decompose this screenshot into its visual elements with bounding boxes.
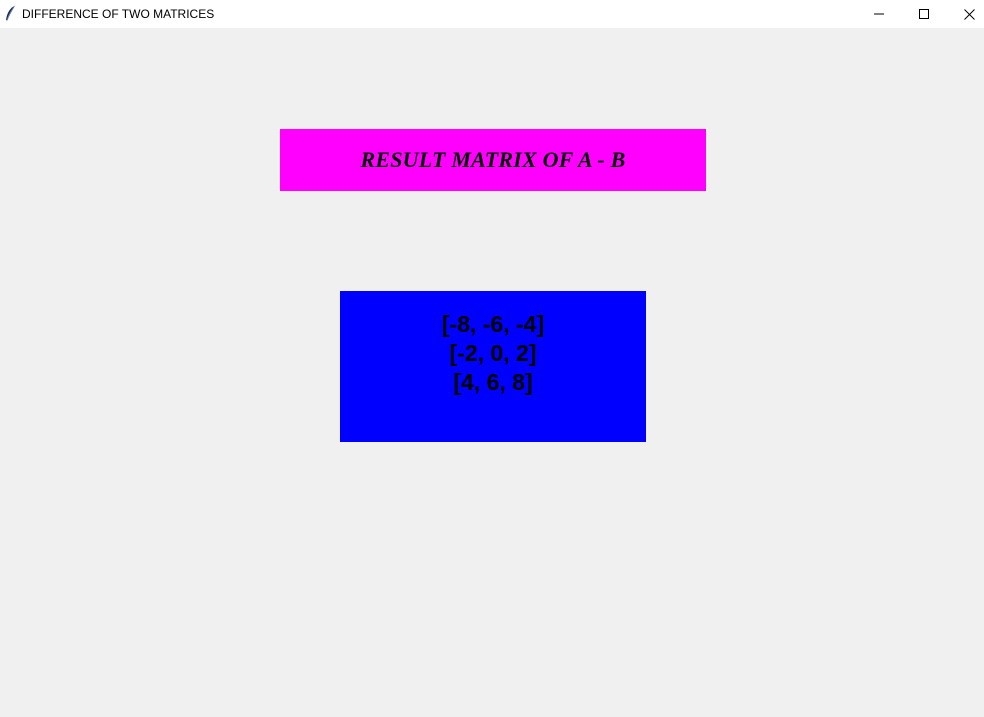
- maximize-icon: [919, 9, 929, 19]
- minimize-icon: [874, 13, 884, 15]
- result-heading-label: RESULT MATRIX OF A - B: [280, 129, 706, 191]
- window-client-area: RESULT MATRIX OF A - B [-8, -6, -4] [-2,…: [0, 28, 984, 717]
- feather-icon: [6, 5, 15, 21]
- result-heading-text: RESULT MATRIX OF A - B: [360, 147, 626, 172]
- window-titlebar[interactable]: DIFFERENCE OF TWO MATRICES: [0, 0, 984, 28]
- result-matrix-label: [-8, -6, -4] [-2, 0, 2] [4, 6, 8]: [340, 291, 646, 442]
- minimize-button[interactable]: [856, 0, 902, 28]
- close-button[interactable]: [946, 0, 984, 28]
- matrix-row: [4, 6, 8]: [453, 369, 533, 395]
- matrix-rows: [-8, -6, -4] [-2, 0, 2] [4, 6, 8]: [340, 310, 646, 397]
- maximize-button[interactable]: [901, 0, 947, 28]
- matrix-row: [-8, -6, -4]: [441, 311, 545, 337]
- window-title: DIFFERENCE OF TWO MATRICES: [22, 7, 215, 21]
- matrix-row: [-2, 0, 2]: [449, 340, 537, 366]
- close-icon: [963, 8, 975, 20]
